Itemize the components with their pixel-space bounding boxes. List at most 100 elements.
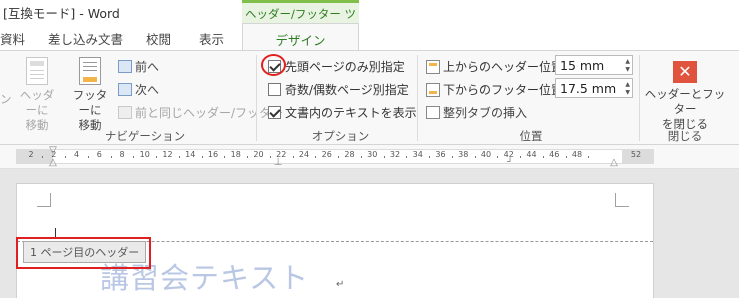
paragraph-return-mark: ↵ [336, 279, 345, 290]
horizontal-ruler[interactable]: 2 2 4 6 8 10 12 14 16 18 20 22 24 26 28 30 32 34 36 38 40 42 4… [0, 145, 739, 169]
ruler-tick-mark [156, 156, 158, 158]
ruler-tick-label: 14 [185, 150, 196, 159]
spin-down-icon[interactable]: ▼ [625, 66, 630, 73]
ruler-tick-label: 10 [139, 150, 150, 159]
hanging-indent-marker[interactable]: △ [49, 158, 57, 168]
ruler-tick-label: 30 [367, 150, 378, 159]
spin-up-icon[interactable]: ▲ [625, 81, 630, 88]
alignment-tab-icon [426, 106, 440, 119]
margin-corner-mark [37, 193, 51, 207]
ruler-tick-mark [224, 156, 226, 158]
position-group-label: 位置 [519, 129, 543, 143]
previous-button[interactable]: 前へ [118, 58, 159, 75]
right-indent-marker[interactable]: △ [610, 158, 618, 168]
ruler-tick-mark [497, 156, 499, 158]
go-to-header-button[interactable]: ヘッダーに 移動 [16, 57, 58, 133]
center-tab-marker[interactable]: ⊥ [274, 158, 283, 168]
go-to-header-label-1: ヘッダーに [19, 88, 55, 117]
show-document-text-checkbox[interactable]: 文書内のテキストを表示 [268, 104, 417, 121]
spin-up-icon[interactable]: ▲ [625, 58, 630, 65]
title-bar: [互換モード] - Word ヘッダー/フッター ツール [0, 0, 739, 37]
partial-left-label: ン [0, 92, 12, 106]
ruler-tick-label: 46 [549, 150, 560, 159]
header-position-spinner[interactable]: 15 mm ▲ ▼ [555, 55, 633, 75]
group-divider [639, 55, 640, 141]
ruler-tick-mark [133, 156, 135, 158]
ruler-tick-mark [520, 156, 522, 158]
footer-doc-icon [79, 57, 101, 85]
different-odd-even-checkbox[interactable]: 奇数/偶数ページ別指定 [268, 81, 409, 98]
ruler-tick-label: 26 [321, 150, 332, 159]
ruler-tick-mark [65, 156, 67, 158]
ruler-tick-mark [429, 156, 431, 158]
tab-design[interactable]: デザイン [242, 23, 359, 51]
link-to-previous-label: 前と同じヘッダー/フッター [135, 106, 284, 120]
previous-label: 前へ [135, 60, 160, 74]
first-line-indent-marker[interactable]: ▽ [49, 146, 57, 156]
tab-review[interactable]: 校閲 [146, 29, 171, 48]
ruler-tick-label: 2 [28, 150, 34, 159]
next-label: 次へ [135, 83, 160, 97]
right-tab-marker[interactable]: ┘ [507, 158, 513, 168]
ribbon-tab-row: 資料 差し込み文書 校閲 表示 デザイン [0, 23, 739, 51]
ruler-tick-mark [315, 156, 317, 158]
ruler-tick-label: 6 [96, 150, 102, 159]
ruler-tick-label: 36 [435, 150, 446, 159]
different-first-page-label: 先頭ページのみ別指定 [285, 60, 405, 74]
ruler-tick-label: 34 [412, 150, 423, 159]
ruler-tick-label: 28 [344, 150, 355, 159]
footer-position-spinner[interactable]: 17.5 mm ▲ ▼ [555, 78, 633, 98]
ruler-tick-mark [110, 156, 112, 158]
tab-view[interactable]: 表示 [199, 29, 224, 48]
different-odd-even-label: 奇数/偶数ページ別指定 [285, 83, 409, 97]
checkbox-unchecked-icon [268, 83, 281, 96]
navigation-group-label: ナビゲーション [104, 129, 186, 143]
ruler-tick-mark [338, 156, 340, 158]
close-header-footer-button[interactable]: ✕ ヘッダーとフッター を閉じる [643, 61, 727, 132]
window-title: [互換モード] - Word [3, 6, 120, 21]
close-header-footer-label-1: ヘッダーとフッター [644, 87, 726, 116]
ruler-tick-mark [588, 156, 590, 158]
spin-down-icon[interactable]: ▼ [625, 89, 630, 96]
tab-mailings[interactable]: 差し込み文書 [48, 29, 123, 48]
ruler-tick-label: 44 [526, 150, 537, 159]
ruler-tick-mark [201, 156, 203, 158]
checkbox-checked-icon [268, 106, 281, 119]
group-divider [417, 55, 418, 141]
footer-position-row: 下からのフッター位置: [426, 81, 567, 98]
link-to-previous-button[interactable]: 前と同じヘッダー/フッター [118, 104, 283, 121]
ruler-tick-mark [292, 156, 294, 158]
ruler-tick-label: 40 [480, 150, 492, 159]
ruler-tick-mark [565, 156, 567, 158]
ruler-tick-label: 8 [119, 150, 125, 159]
header-position-label: 上からのヘッダー位置: [443, 60, 568, 74]
ruler-tick-label: 12 [162, 150, 173, 159]
footer-position-label: 下からのフッター位置: [443, 83, 568, 97]
tab-references[interactable]: 資料 [0, 29, 25, 48]
group-divider [256, 55, 257, 141]
ruler-tick-label: 20 [253, 150, 264, 159]
header-position-icon [426, 60, 440, 74]
go-to-footer-button[interactable]: フッターに 移動 [68, 57, 112, 133]
ruler-tick-label: 24 [298, 150, 310, 159]
footer-position-value: 17.5 mm [560, 81, 617, 96]
close-group-label: 閉じる [667, 129, 703, 143]
options-group-label: オプション [311, 129, 370, 143]
close-icon: ✕ [673, 61, 697, 83]
next-section-icon [118, 83, 132, 96]
link-to-previous-icon [118, 106, 132, 119]
show-document-text-label: 文書内のテキストを表示 [285, 106, 417, 120]
footer-position-icon [426, 83, 440, 97]
annotation-circle [261, 54, 286, 76]
ruler-tick-mark [42, 156, 44, 158]
next-button[interactable]: 次へ [118, 81, 159, 98]
contextual-tab-group: ヘッダー/フッター ツール [242, 0, 359, 37]
ruler-tick-mark [87, 156, 89, 158]
ruler-tick-mark [383, 156, 385, 158]
header-doc-icon [26, 57, 48, 85]
ruler-tick-label: 18 [230, 150, 241, 159]
insert-alignment-tab-button[interactable]: 整列タブの挿入 [426, 104, 527, 121]
different-first-page-checkbox[interactable]: 先頭ページのみ別指定 [268, 58, 405, 75]
ruler-tick-label: 16 [207, 150, 219, 159]
previous-section-icon [118, 60, 132, 73]
